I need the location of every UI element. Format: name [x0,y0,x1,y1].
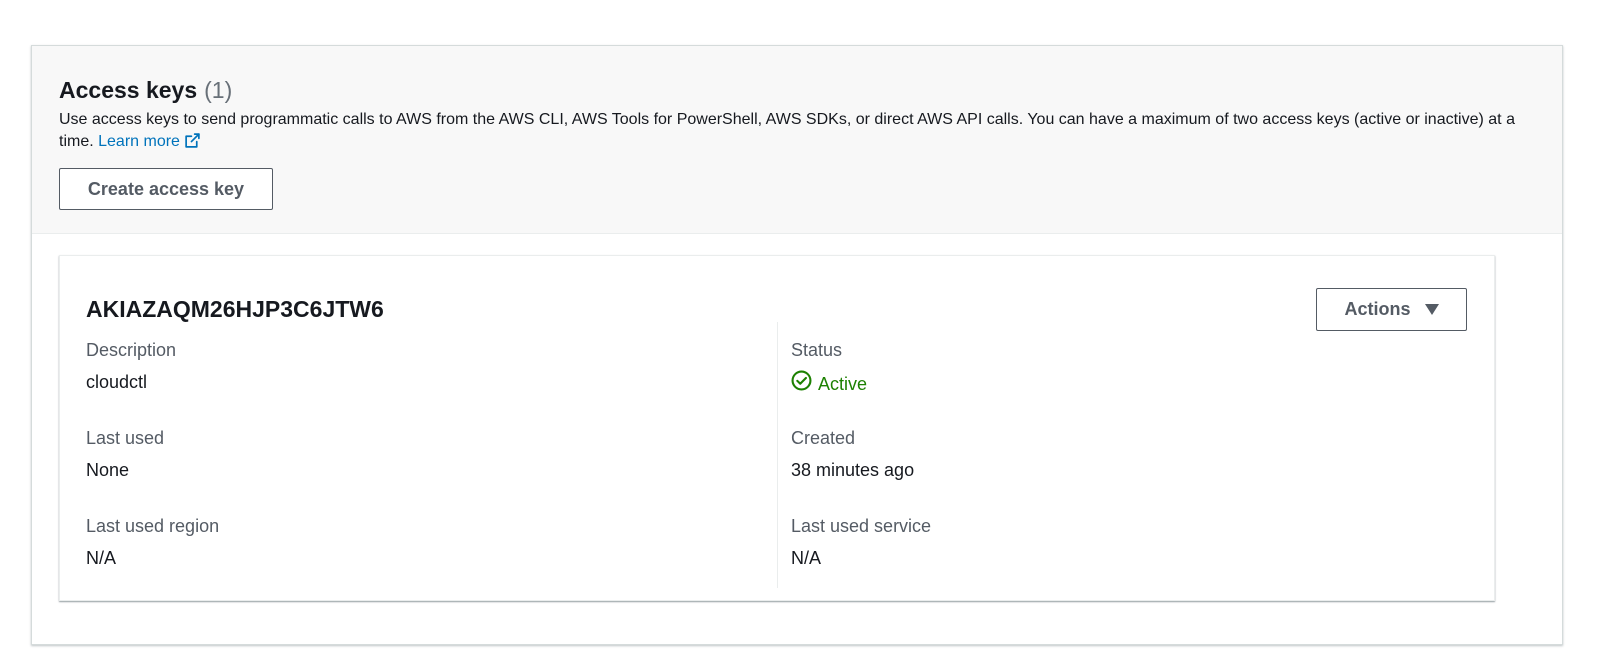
learn-more-label: Learn more [98,133,180,150]
last-used-service-value: N/A [791,548,822,568]
last-used-field: Last used None [86,426,164,482]
status-badge: Active [791,370,867,397]
last-used-region-label: Last used region [86,516,220,536]
last-used-service-label: Last used service [791,516,932,536]
caret-down-icon [1424,304,1439,315]
access-keys-header: Access keys (1) Use access keys to send … [32,46,1562,234]
created-field: Created 38 minutes ago [791,426,914,482]
status-value: Active [818,373,868,394]
section-description-text: Use access keys to send programmatic cal… [59,111,1515,150]
actions-dropdown-button[interactable]: Actions [1316,288,1467,331]
section-description: Use access keys to send programmatic cal… [59,109,1529,156]
column-divider [777,322,778,588]
last-used-label: Last used [86,428,165,448]
last-used-service-field: Last used service N/A [791,514,931,570]
created-label: Created [791,428,856,448]
section-title-text: Access keys [59,77,198,103]
description-field: Description cloudctl [86,338,176,394]
create-access-key-button[interactable]: Create access key [59,168,273,210]
last-used-region-value: N/A [86,548,117,568]
status-field: Status Active [791,338,867,397]
last-used-region-field: Last used region N/A [86,514,219,570]
external-link-icon [184,132,201,156]
actions-label: Actions [1344,299,1411,319]
learn-more-link[interactable]: Learn more [98,133,201,150]
last-used-value: None [86,460,130,480]
status-success-icon [791,370,812,397]
access-keys-container: Access keys (1) Use access keys to send … [31,45,1563,645]
description-value: cloudctl [86,372,148,392]
section-count: (1) [204,77,233,103]
status-label: Status [791,340,843,360]
created-value: 38 minutes ago [791,460,915,480]
description-label: Description [86,340,177,360]
section-title: Access keys (1) [59,75,1535,105]
access-key-id: AKIAZAQM26HJP3C6JTW6 [86,296,384,322]
access-key-card: AKIAZAQM26HJP3C6JTW6 Actions Description… [59,255,1495,601]
